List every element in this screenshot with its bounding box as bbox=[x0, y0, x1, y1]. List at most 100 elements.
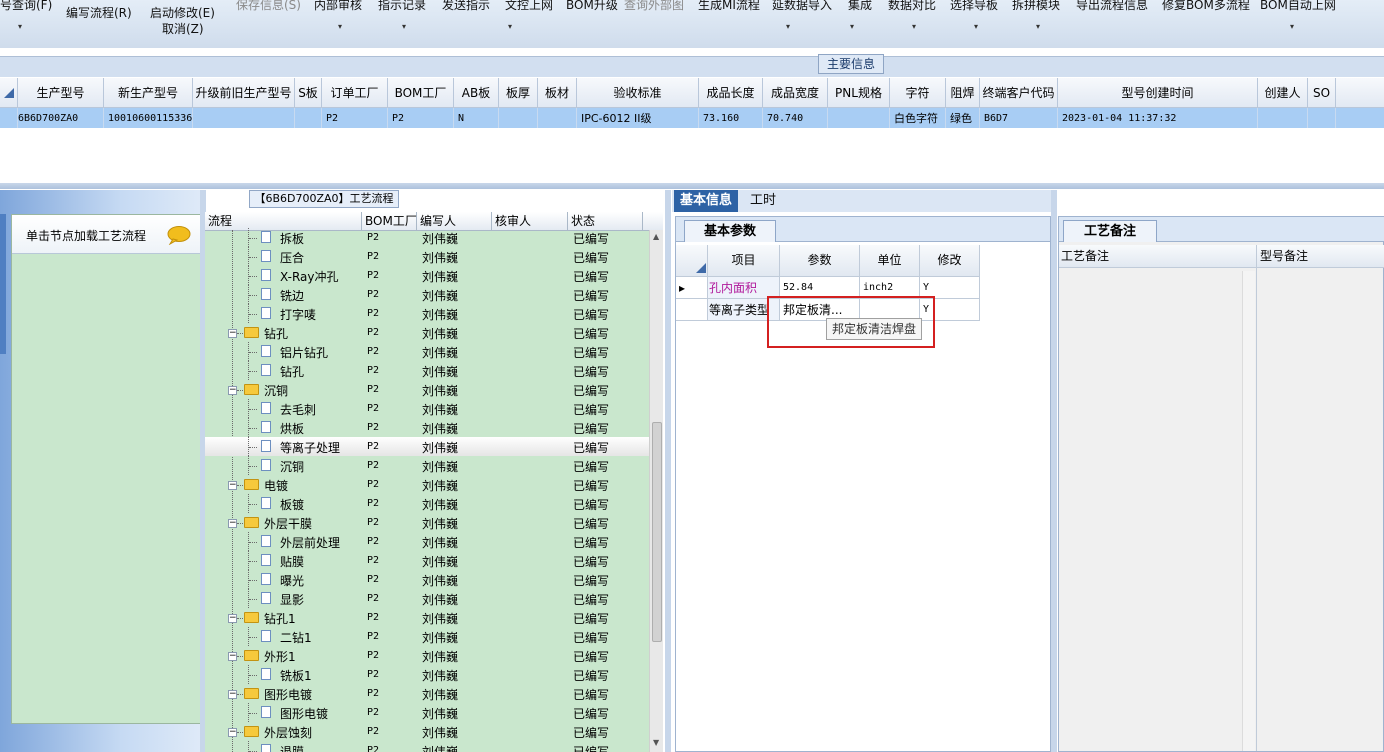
tree-node[interactable]: 打字唛 P2 刘伟巍 已编写 bbox=[205, 304, 649, 323]
toolbar-button-4[interactable]: 保存信息(S) bbox=[236, 0, 301, 13]
grid-cell[interactable] bbox=[1258, 108, 1308, 128]
param-column-header[interactable]: 修改 bbox=[920, 245, 980, 277]
tree-node[interactable]: 拆板 P2 刘伟巍 已编写 bbox=[205, 228, 649, 247]
toolbar-button-16[interactable]: 拆拼模块 bbox=[1012, 0, 1060, 13]
tree-node[interactable]: 铣边 P2 刘伟巍 已编写 bbox=[205, 285, 649, 304]
tree-node[interactable]: 外层前处理 P2 刘伟巍 已编写 bbox=[205, 532, 649, 551]
toolbar-button-18[interactable]: 修复BOM多流程 bbox=[1162, 0, 1250, 13]
collapse-icon[interactable]: − bbox=[228, 481, 237, 490]
grid-cell[interactable]: 2023-01-04 11:37:32 bbox=[1058, 108, 1258, 128]
toolbar-button-3[interactable]: 取消(Z) bbox=[162, 20, 204, 37]
tree-folder-node[interactable]: − 钻孔 P2 刘伟巍 已编写 bbox=[205, 323, 649, 342]
grid-cell[interactable]: B6D7 bbox=[980, 108, 1058, 128]
collapse-icon[interactable]: − bbox=[228, 614, 237, 623]
tree-node[interactable]: 显影 P2 刘伟巍 已编写 bbox=[205, 589, 649, 608]
column-header[interactable]: 板材 bbox=[538, 78, 577, 107]
tree-node[interactable]: X-Ray冲孔 P2 刘伟巍 已编写 bbox=[205, 266, 649, 285]
tab-process-remarks[interactable]: 工艺备注 bbox=[1063, 220, 1157, 242]
scroll-down-icon[interactable]: ▼ bbox=[653, 738, 659, 747]
middle-vertical-splitter[interactable] bbox=[665, 190, 671, 752]
column-header[interactable]: 成品宽度 bbox=[763, 78, 828, 107]
toolbar-button-17[interactable]: 导出流程信息 bbox=[1076, 0, 1148, 13]
tree-node[interactable]: 铣板1 P2 刘伟巍 已编写 bbox=[205, 665, 649, 684]
column-header[interactable]: 验收标准 bbox=[577, 78, 699, 107]
collapse-icon[interactable]: − bbox=[228, 386, 237, 395]
dropdown-arrow-icon[interactable]: ▾ bbox=[974, 22, 978, 31]
grid-cell[interactable] bbox=[193, 108, 295, 128]
tree-node[interactable]: 等离子处理 P2 刘伟巍 已编写 bbox=[205, 437, 649, 456]
dropdown-arrow-icon[interactable]: ▾ bbox=[402, 22, 406, 31]
toolbar-button-8[interactable]: 文控上网 bbox=[505, 0, 553, 13]
toolbar-button-13[interactable]: 集成 bbox=[848, 0, 872, 13]
tree-node[interactable]: 压合 P2 刘伟巍 已编写 bbox=[205, 247, 649, 266]
tree-node[interactable]: 钻孔 P2 刘伟巍 已编写 bbox=[205, 361, 649, 380]
dropdown-arrow-icon[interactable]: ▾ bbox=[1036, 22, 1040, 31]
grid-cell[interactable] bbox=[499, 108, 538, 128]
tab-work-hours[interactable]: 工时 bbox=[744, 190, 782, 212]
tree-node[interactable]: 板镀 P2 刘伟巍 已编写 bbox=[205, 494, 649, 513]
column-header[interactable]: 阻焊 bbox=[946, 78, 980, 107]
dropdown-arrow-icon[interactable]: ▾ bbox=[912, 22, 916, 31]
grid-cell[interactable] bbox=[828, 108, 890, 128]
param-column-header[interactable]: 参数 bbox=[780, 245, 860, 277]
toolbar-button-19[interactable]: BOM自动上网 bbox=[1260, 0, 1336, 13]
grid-cell[interactable] bbox=[295, 108, 322, 128]
toolbar-button-2[interactable]: 启动修改(E) bbox=[150, 4, 215, 21]
grid-cell[interactable]: 73.160 bbox=[699, 108, 763, 128]
grid-cell[interactable]: P2 bbox=[322, 108, 388, 128]
column-header[interactable]: PNL规格 bbox=[828, 78, 890, 107]
toolbar-button-12[interactable]: 延数据导入 bbox=[772, 0, 832, 13]
right-vertical-splitter[interactable] bbox=[1051, 190, 1057, 752]
dropdown-arrow-icon[interactable]: ▾ bbox=[18, 22, 22, 31]
grid-cell[interactable] bbox=[1308, 108, 1336, 128]
tab-basic-info[interactable]: 基本信息 bbox=[674, 190, 739, 212]
dropdown-arrow-icon[interactable]: ▾ bbox=[338, 22, 342, 31]
tree-folder-node[interactable]: − 外层干膜 P2 刘伟巍 已编写 bbox=[205, 513, 649, 532]
column-header[interactable]: 字符 bbox=[890, 78, 946, 107]
param-column-header[interactable]: 项目 bbox=[708, 245, 780, 277]
tree-folder-node[interactable]: − 钻孔1 P2 刘伟巍 已编写 bbox=[205, 608, 649, 627]
tree-folder-node[interactable]: − 外形1 P2 刘伟巍 已编写 bbox=[205, 646, 649, 665]
column-header[interactable]: 升级前旧生产型号 bbox=[193, 78, 295, 107]
load-process-item[interactable]: 单击节点加载工艺流程 bbox=[12, 215, 200, 254]
toolbar-button-7[interactable]: 发送指示 bbox=[442, 0, 490, 13]
remarks-scrollbar[interactable] bbox=[1242, 271, 1255, 751]
scroll-thumb[interactable] bbox=[652, 422, 662, 642]
grid-cell[interactable]: N bbox=[454, 108, 499, 128]
toolbar-button-10[interactable]: 查询外部图 bbox=[624, 0, 684, 13]
collapse-icon[interactable]: − bbox=[228, 329, 237, 338]
toolbar-button-6[interactable]: 指示记录 bbox=[378, 0, 426, 13]
grid-cell[interactable]: 70.740 bbox=[763, 108, 828, 128]
nav-collapse-tab[interactable] bbox=[0, 214, 6, 354]
tree-node[interactable]: 去毛刺 P2 刘伟巍 已编写 bbox=[205, 399, 649, 418]
tree-node[interactable]: 贴膜 P2 刘伟巍 已编写 bbox=[205, 551, 649, 570]
tree-node[interactable]: 曝光 P2 刘伟巍 已编写 bbox=[205, 570, 649, 589]
column-header[interactable]: 创建人 bbox=[1258, 78, 1308, 107]
grid-cell[interactable]: IPC-6012 II级 bbox=[577, 108, 699, 128]
tree-folder-node[interactable]: − 沉铜 P2 刘伟巍 已编写 bbox=[205, 380, 649, 399]
collapse-icon[interactable]: − bbox=[228, 652, 237, 661]
grid-cell[interactable] bbox=[538, 108, 577, 128]
collapse-icon[interactable]: − bbox=[228, 690, 237, 699]
scroll-up-icon[interactable]: ▲ bbox=[653, 232, 659, 241]
toolbar-button-0[interactable]: 号查询(F) bbox=[0, 0, 52, 13]
column-header[interactable]: AB板 bbox=[454, 78, 499, 107]
dropdown-arrow-icon[interactable]: ▾ bbox=[786, 22, 790, 31]
column-header[interactable]: 生产型号 bbox=[18, 78, 104, 107]
tree-node[interactable]: 铝片钻孔 P2 刘伟巍 已编写 bbox=[205, 342, 649, 361]
tree-folder-node[interactable]: − 电镀 P2 刘伟巍 已编写 bbox=[205, 475, 649, 494]
grid-cell[interactable]: 白色字符 bbox=[890, 108, 946, 128]
column-header[interactable]: SO bbox=[1308, 78, 1336, 107]
collapse-icon[interactable]: − bbox=[228, 728, 237, 737]
tree-folder-node[interactable]: − 图形电镀 P2 刘伟巍 已编写 bbox=[205, 684, 649, 703]
toolbar-button-1[interactable]: 编写流程(R) bbox=[66, 4, 132, 21]
collapse-icon[interactable]: − bbox=[228, 519, 237, 528]
column-header[interactable]: 新生产型号 bbox=[104, 78, 193, 107]
toolbar-button-5[interactable]: 内部审核 bbox=[314, 0, 362, 13]
column-header[interactable]: 订单工厂 bbox=[322, 78, 388, 107]
column-header[interactable]: 板厚 bbox=[499, 78, 538, 107]
column-header[interactable]: 成品长度 bbox=[699, 78, 763, 107]
column-header[interactable]: 终端客户代码 bbox=[980, 78, 1058, 107]
column-header[interactable]: 型号创建时间 bbox=[1058, 78, 1258, 107]
grid-cell[interactable]: P2 bbox=[388, 108, 454, 128]
